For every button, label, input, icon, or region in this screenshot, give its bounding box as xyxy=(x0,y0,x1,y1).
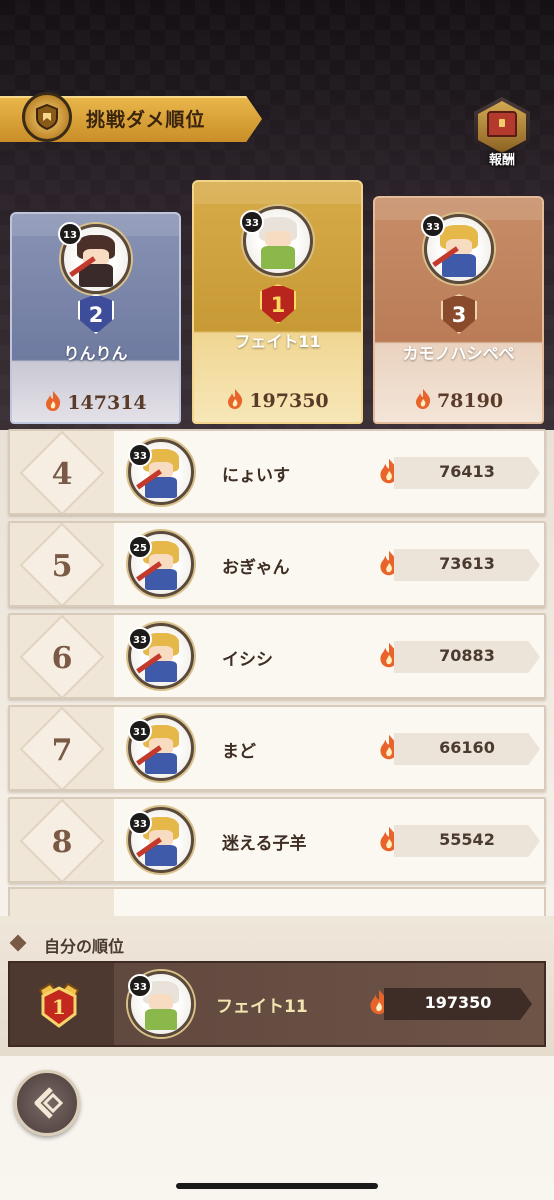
player-name: 迷える子羊 xyxy=(222,834,307,854)
level-badge: 13 xyxy=(58,222,82,246)
player-score: 70883 xyxy=(439,646,495,665)
flame-icon xyxy=(415,389,431,409)
player-score: 76413 xyxy=(439,462,495,481)
player-score-row: 197350 xyxy=(194,388,361,412)
list-item[interactable]: 4 33 にょいす 76413 xyxy=(8,429,546,515)
reward-button[interactable]: 報酬 xyxy=(470,97,534,171)
player-score-row: 78190 xyxy=(375,388,542,412)
player-name: りんりん xyxy=(63,344,128,363)
rank-badge: 3 xyxy=(441,294,477,334)
back-arrow-icon xyxy=(34,1087,64,1119)
level-badge: 33 xyxy=(128,443,152,467)
reward-label: 報酬 xyxy=(488,153,515,168)
my-player-name: フェイト11 xyxy=(216,997,308,1017)
player-name: おぎゃん xyxy=(222,558,290,578)
player-score: 197350 xyxy=(249,390,329,412)
rank-number: 4 xyxy=(51,457,73,492)
my-rank-number: 1 xyxy=(52,995,66,1019)
flame-icon xyxy=(46,391,61,411)
list-item[interactable]: 7 31 まど 66160 xyxy=(8,705,546,791)
rank-number: 7 xyxy=(51,733,73,768)
flame-icon xyxy=(228,389,243,409)
player-name: まど xyxy=(222,742,256,762)
back-button[interactable] xyxy=(14,1070,80,1136)
player-score-row: 147314 xyxy=(12,390,179,414)
list-item[interactable]: 6 33 イシシ 70883 xyxy=(8,613,546,699)
rank-number: 6 xyxy=(51,641,73,676)
level-badge: 33 xyxy=(421,214,445,238)
my-rank-title: 自分の順位 xyxy=(44,937,125,956)
rank-number: 5 xyxy=(51,549,73,584)
my-level-badge: 33 xyxy=(128,974,152,998)
list-item[interactable]: 5 25 おぎゃん 73613 xyxy=(8,521,546,607)
player-name: イシシ xyxy=(222,650,273,670)
player-score: 55542 xyxy=(439,830,495,849)
rank-number: 8 xyxy=(51,825,73,860)
player-name: フェイト11 xyxy=(234,332,321,351)
player-score: 78190 xyxy=(436,390,504,412)
card-ornament xyxy=(194,182,361,204)
treasure-chest-icon xyxy=(487,111,517,137)
my-player-score: 197350 xyxy=(424,993,492,1012)
rank-medal-icon: 1 xyxy=(38,982,80,1028)
player-score: 147314 xyxy=(67,392,147,414)
ranking-emblem-icon xyxy=(22,92,72,142)
player-name: にょいす xyxy=(222,466,290,486)
player-name: カモノハシペペ xyxy=(402,344,515,363)
player-score: 66160 xyxy=(439,738,495,757)
page-title: 挑戦ダメ順位 xyxy=(86,109,206,131)
home-indicator xyxy=(176,1183,378,1189)
level-badge: 31 xyxy=(128,719,152,743)
list-item[interactable]: 8 33 迷える子羊 55542 xyxy=(8,797,546,883)
rank-badge: 1 xyxy=(260,284,296,324)
level-badge: 33 xyxy=(240,210,264,234)
level-badge: 33 xyxy=(128,811,152,835)
podium-card-rank-1[interactable]: 33 1 フェイト11 197350 xyxy=(192,180,363,424)
podium-card-rank-2[interactable]: 13 2 りんりん 147314 xyxy=(10,212,181,424)
level-badge: 33 xyxy=(128,627,152,651)
level-badge: 25 xyxy=(128,535,152,559)
podium-card-rank-3[interactable]: 33 3 カモノハシペペ 78190 xyxy=(373,196,544,424)
rank-badge: 2 xyxy=(78,294,114,334)
player-score: 73613 xyxy=(439,554,495,573)
